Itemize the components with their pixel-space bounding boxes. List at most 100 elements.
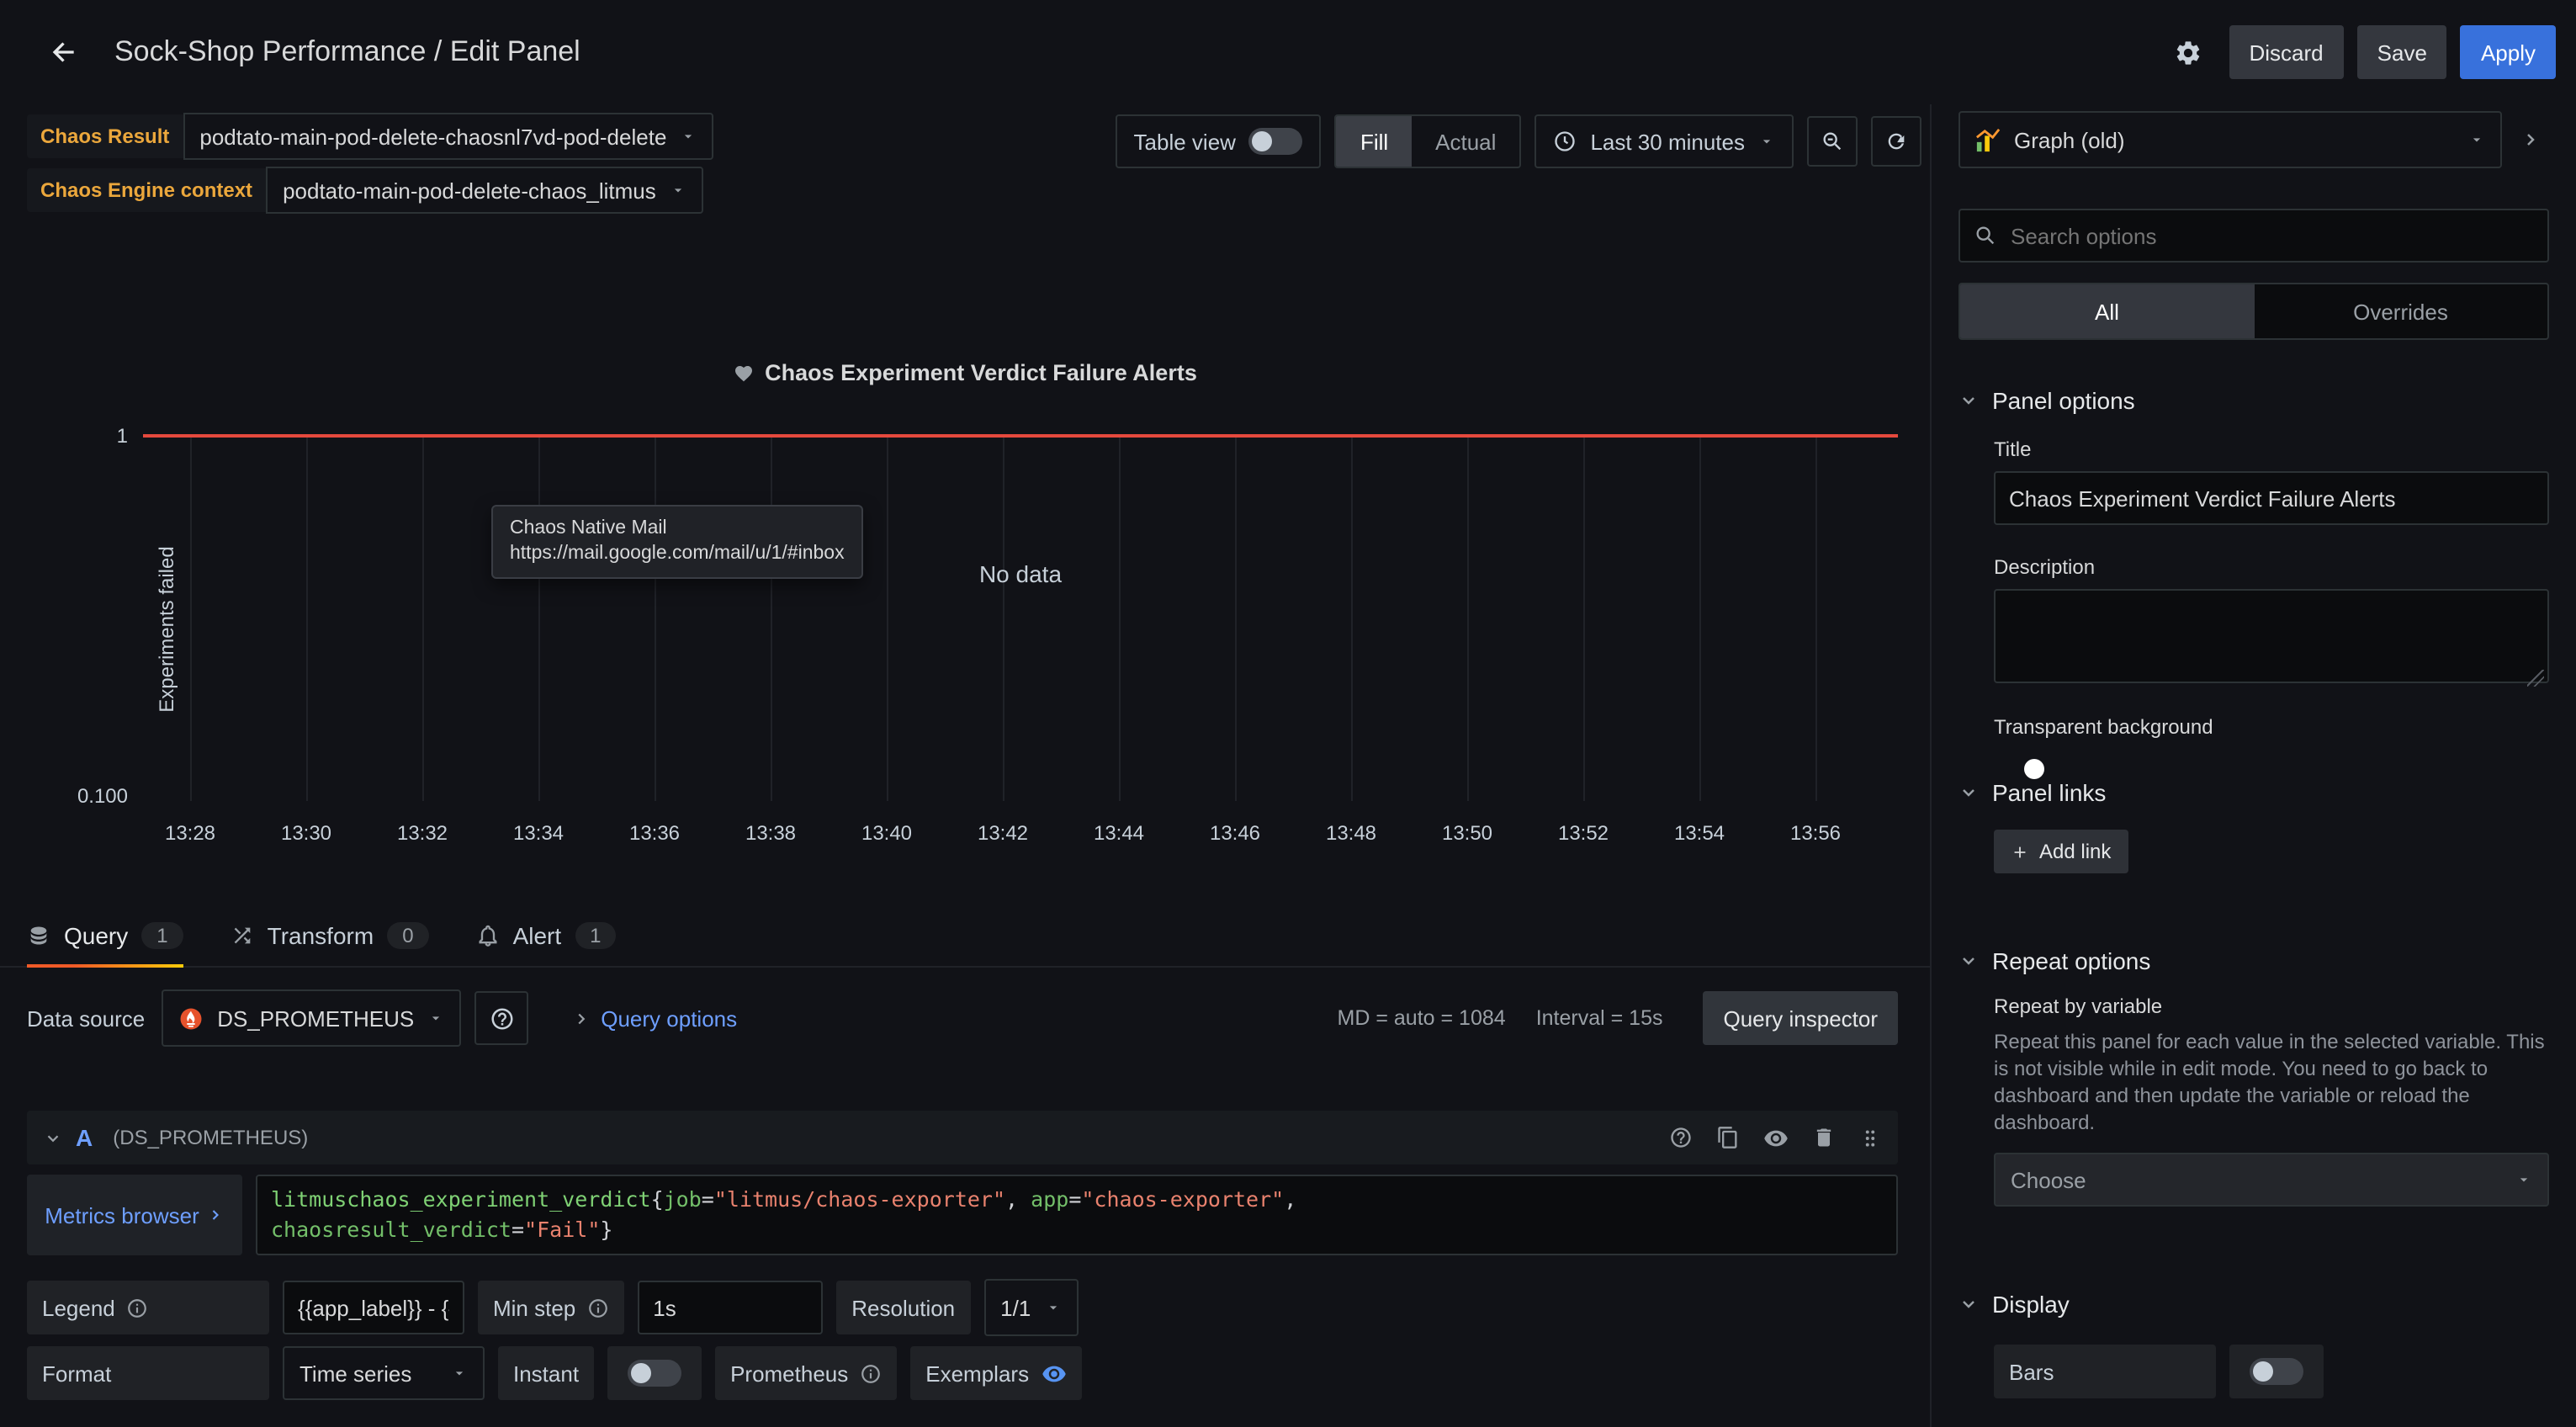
fill-option[interactable]: Fill: [1337, 116, 1412, 167]
refresh-button[interactable]: [1871, 116, 1921, 167]
panel-title[interactable]: Chaos Experiment Verdict Failure Alerts: [733, 360, 1197, 385]
tab-label: Alert: [513, 921, 562, 948]
x-tick-label: 13:48: [1326, 821, 1376, 845]
query-options-collapse[interactable]: Query options: [572, 1005, 737, 1031]
trash-icon[interactable]: [1812, 1126, 1836, 1149]
table-view-toggle-box[interactable]: Table view: [1116, 114, 1322, 168]
time-range-picker[interactable]: Last 30 minutes: [1534, 114, 1794, 168]
instant-switch[interactable]: [628, 1360, 681, 1387]
expr-token: ,: [1005, 1186, 1031, 1212]
datasource-name: DS_PROMETHEUS: [217, 1005, 414, 1031]
query-inspector-button[interactable]: Query inspector: [1703, 991, 1898, 1045]
min-step-field-label: Min step: [478, 1281, 624, 1334]
fill-actual-segmented: Fill Actual: [1335, 114, 1522, 168]
help-icon[interactable]: [1669, 1126, 1693, 1149]
database-icon: [27, 923, 50, 947]
tab-alert[interactable]: Alert 1: [476, 904, 617, 966]
min-step-input[interactable]: [638, 1281, 823, 1334]
info-circle-icon[interactable]: [127, 1297, 149, 1318]
section-display[interactable]: Display: [1959, 1291, 2549, 1318]
settings-button[interactable]: [2162, 25, 2216, 79]
discard-button[interactable]: Discard: [2229, 25, 2344, 79]
shuffle-icon: [231, 923, 254, 947]
section-repeat-options[interactable]: Repeat options: [1959, 947, 2549, 974]
visualization-picker[interactable]: Graph (old): [1959, 111, 2502, 168]
section-panel-options[interactable]: Panel options: [1959, 387, 2549, 414]
title-field-label: Title: [1994, 438, 2549, 461]
zoom-out-button[interactable]: [1807, 116, 1858, 167]
query-row-actions: [1669, 1125, 1881, 1150]
resize-handle[interactable]: [2527, 670, 2544, 687]
format-select[interactable]: Time series: [283, 1346, 485, 1400]
collapse-pane-button[interactable]: [2512, 116, 2549, 163]
gridline: [1583, 434, 1585, 801]
legend-input[interactable]: [283, 1281, 464, 1334]
table-view-label: Table view: [1134, 129, 1236, 154]
visualization-row: Graph (old): [1959, 111, 2549, 168]
question-circle-icon: [489, 1005, 514, 1031]
query-fields-row-1: Legend Min step Resolution 1/1: [27, 1281, 1898, 1334]
bars-switch-box: [2229, 1345, 2324, 1398]
tab-count-badge: 0: [387, 921, 428, 948]
gridlines: [190, 434, 1815, 801]
tab-query[interactable]: Query 1: [27, 904, 183, 966]
table-view-switch[interactable]: [1249, 128, 1303, 155]
datasource-help-button[interactable]: [474, 991, 528, 1045]
filter-all[interactable]: All: [1960, 284, 2254, 338]
duplicate-icon[interactable]: [1716, 1126, 1740, 1149]
actual-option[interactable]: Actual: [1412, 116, 1519, 167]
tab-count-badge: 1: [575, 921, 616, 948]
repeat-variable-select[interactable]: Choose: [1994, 1153, 2549, 1207]
save-button[interactable]: Save: [2357, 25, 2447, 79]
search-options-input[interactable]: [1959, 209, 2549, 263]
query-row-header[interactable]: A (DS_PROMETHEUS): [27, 1111, 1898, 1164]
legend-field-label: Legend: [27, 1281, 269, 1334]
datasource-picker[interactable]: DS_PROMETHEUS: [162, 989, 461, 1047]
repeat-description: Repeat this panel for each value in the …: [1994, 1028, 2549, 1136]
eye-icon[interactable]: [1763, 1125, 1789, 1150]
gridline: [190, 434, 192, 801]
metrics-browser-button[interactable]: Metrics browser: [27, 1175, 242, 1255]
expr-token: =: [511, 1217, 524, 1242]
drag-handle-icon[interactable]: [1859, 1127, 1881, 1148]
prometheus-label-text: Prometheus: [730, 1361, 848, 1386]
x-tick-label: 13:44: [1094, 821, 1144, 845]
x-tick-label: 13:38: [745, 821, 796, 845]
resolution-value: 1/1: [1000, 1295, 1031, 1320]
bars-label: Bars: [1994, 1345, 2216, 1398]
panel-title-input[interactable]: [1994, 471, 2549, 525]
chevron-right-icon: [208, 1207, 225, 1223]
panel-link-tooltip[interactable]: Chaos Native Mail https://mail.google.co…: [491, 505, 863, 579]
interval-info: Interval = 15s: [1536, 1006, 1663, 1030]
add-link-button[interactable]: Add link: [1994, 830, 2128, 873]
description-field-label: Description: [1994, 555, 2549, 579]
info-circle-icon[interactable]: [587, 1297, 609, 1318]
prometheus-field-label: Prometheus: [715, 1346, 897, 1400]
plot-area[interactable]: Experiments failed 1 0.100 No data: [143, 434, 1898, 801]
editor-tabs: Query 1 Transform 0 Alert 1: [0, 904, 1930, 968]
tab-transform[interactable]: Transform 0: [231, 904, 429, 966]
x-axis-ticks: 13:2813:3013:3213:3413:3613:3813:4013:42…: [190, 821, 1815, 848]
back-button[interactable]: [34, 22, 94, 82]
repeat-variable-placeholder: Choose: [2011, 1167, 2086, 1192]
tab-label: Transform: [268, 921, 374, 948]
expr-token: job: [664, 1186, 702, 1212]
variable-value-dropdown[interactable]: podtato-main-pod-delete-chaos_litmus: [266, 167, 703, 214]
apply-button[interactable]: Apply: [2461, 25, 2556, 79]
info-circle-icon[interactable]: [860, 1362, 882, 1384]
chevron-down-icon: [680, 128, 697, 145]
bars-switch[interactable]: [2250, 1358, 2303, 1385]
filter-overrides[interactable]: Overrides: [2254, 284, 2547, 338]
x-tick-label: 13:52: [1558, 821, 1609, 845]
expr-token: }: [600, 1217, 612, 1242]
section-panel-links[interactable]: Panel links: [1959, 779, 2549, 806]
query-expression[interactable]: litmuschaos_experiment_verdict{job="litm…: [256, 1175, 1898, 1255]
panel-link-url[interactable]: https://mail.google.com/mail/u/1/#inbox: [510, 542, 845, 567]
exemplars-eye-icon[interactable]: [1041, 1361, 1066, 1386]
format-value: Time series: [299, 1361, 411, 1386]
expr-token: {: [651, 1186, 664, 1212]
variable-value-dropdown[interactable]: podtato-main-pod-delete-chaosnl7vd-pod-d…: [183, 113, 713, 160]
panel-description-textarea[interactable]: [1994, 589, 2549, 683]
resolution-select[interactable]: 1/1: [983, 1279, 1078, 1336]
variable-value: podtato-main-pod-delete-chaosnl7vd-pod-d…: [199, 124, 666, 149]
